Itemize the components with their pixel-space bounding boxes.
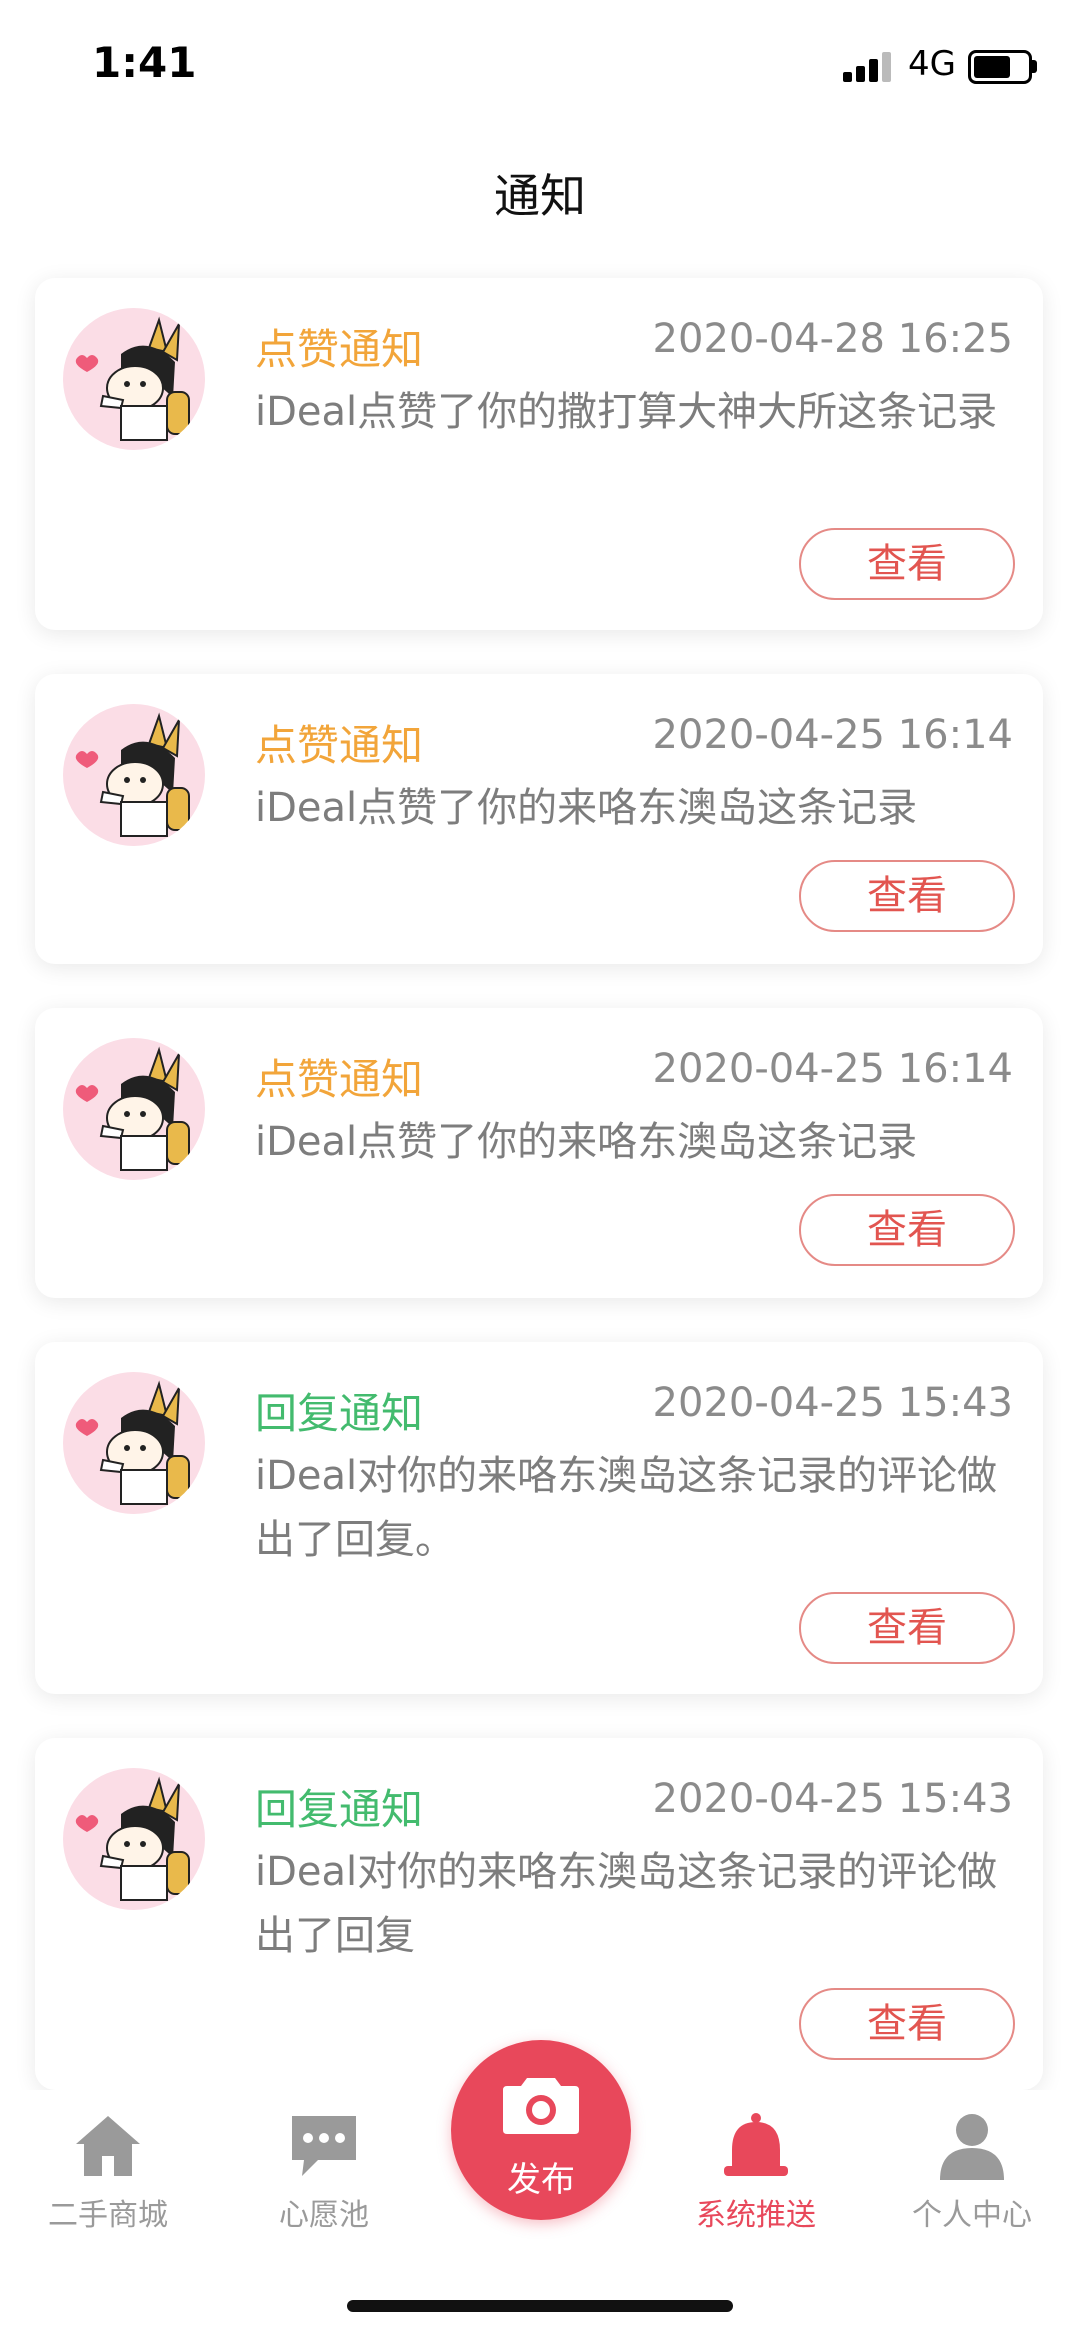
notification-time: 2020-04-25 16:14 — [652, 712, 1013, 758]
status-bar: 1:41 4G — [0, 0, 1080, 130]
network-type: 4G — [908, 44, 956, 84]
avatar[interactable] — [63, 1038, 205, 1180]
person-icon — [940, 2114, 1004, 2180]
notification-type: 点赞通知 — [255, 1055, 424, 1104]
view-button[interactable]: 查看 — [799, 1988, 1015, 2060]
notification-type: 点赞通知 — [255, 325, 424, 374]
avatar-cartoon-icon — [75, 712, 190, 837]
notification-type: 点赞通知 — [255, 721, 424, 770]
view-button[interactable]: 查看 — [799, 860, 1015, 932]
avatar[interactable] — [63, 1768, 205, 1910]
view-button[interactable]: 查看 — [799, 528, 1015, 600]
battery-icon — [968, 50, 1037, 84]
notification-message: iDeal点赞了你的撒打算大神大所这条记录 — [255, 389, 998, 435]
view-button[interactable]: 查看 — [799, 1592, 1015, 1664]
tab-label: 个人中心 — [912, 2198, 1032, 2233]
notification-card[interactable]: 点赞通知 2020-04-25 16:14 iDeal点赞了你的来咯东澳岛这条记… — [35, 1008, 1043, 1298]
bell-icon — [724, 2113, 788, 2176]
notification-message: iDeal对你的来咯东澳岛这条记录的评论做出了回复。 — [255, 1453, 998, 1563]
tab-wish-pool[interactable]: 心愿池 — [216, 2110, 432, 2234]
view-button[interactable]: 查看 — [799, 1194, 1015, 1266]
notification-message: iDeal点赞了你的来咯东澳岛这条记录 — [255, 785, 918, 831]
avatar-cartoon-icon — [75, 1046, 190, 1171]
notification-card[interactable]: 点赞通知 2020-04-28 16:25 iDeal点赞了你的撒打算大神大所这… — [35, 278, 1043, 630]
avatar[interactable] — [63, 1372, 205, 1514]
camera-icon — [503, 2078, 579, 2134]
notification-time: 2020-04-25 15:43 — [652, 1380, 1013, 1426]
avatar[interactable] — [63, 704, 205, 846]
home-indicator — [347, 2300, 733, 2312]
tab-secondhand-market[interactable]: 二手商城 — [0, 2110, 216, 2234]
avatar[interactable] — [63, 308, 205, 450]
notification-card[interactable]: 点赞通知 2020-04-25 16:14 iDeal点赞了你的来咯东澳岛这条记… — [35, 674, 1043, 964]
notification-time: 2020-04-25 15:43 — [652, 1776, 1013, 1822]
home-icon — [76, 2116, 140, 2176]
notification-card[interactable]: 回复通知 2020-04-25 15:43 iDeal对你的来咯东澳岛这条记录的… — [35, 1342, 1043, 1694]
publish-button[interactable]: 发布 — [451, 2040, 631, 2220]
page-title: 通知 — [494, 169, 586, 223]
avatar-cartoon-icon — [75, 1380, 190, 1505]
notification-message: iDeal点赞了你的来咯东澳岛这条记录 — [255, 1119, 918, 1165]
publish-label: 发布 — [507, 2160, 575, 2200]
notification-type: 回复通知 — [255, 1785, 424, 1834]
notification-time: 2020-04-25 16:14 — [652, 1046, 1013, 1092]
status-time: 1:41 — [92, 38, 197, 87]
notification-time: 2020-04-28 16:25 — [652, 316, 1013, 362]
notification-card[interactable]: 回复通知 2020-04-25 15:43 iDeal对你的来咯东澳岛这条记录的… — [35, 1738, 1043, 2090]
signal-icon — [843, 50, 895, 82]
chat-bubble-icon — [292, 2116, 356, 2176]
tab-label: 系统推送 — [696, 2198, 816, 2233]
avatar-cartoon-icon — [75, 1776, 190, 1901]
tab-label: 二手商城 — [48, 2198, 168, 2233]
notification-type: 回复通知 — [255, 1389, 424, 1438]
tab-label: 心愿池 — [279, 2198, 369, 2233]
tab-personal-center[interactable]: 个人中心 — [864, 2110, 1080, 2234]
tab-system-push[interactable]: 系统推送 — [648, 2110, 864, 2234]
avatar-cartoon-icon — [75, 316, 190, 441]
notification-message: iDeal对你的来咯东澳岛这条记录的评论做出了回复 — [255, 1849, 998, 1959]
